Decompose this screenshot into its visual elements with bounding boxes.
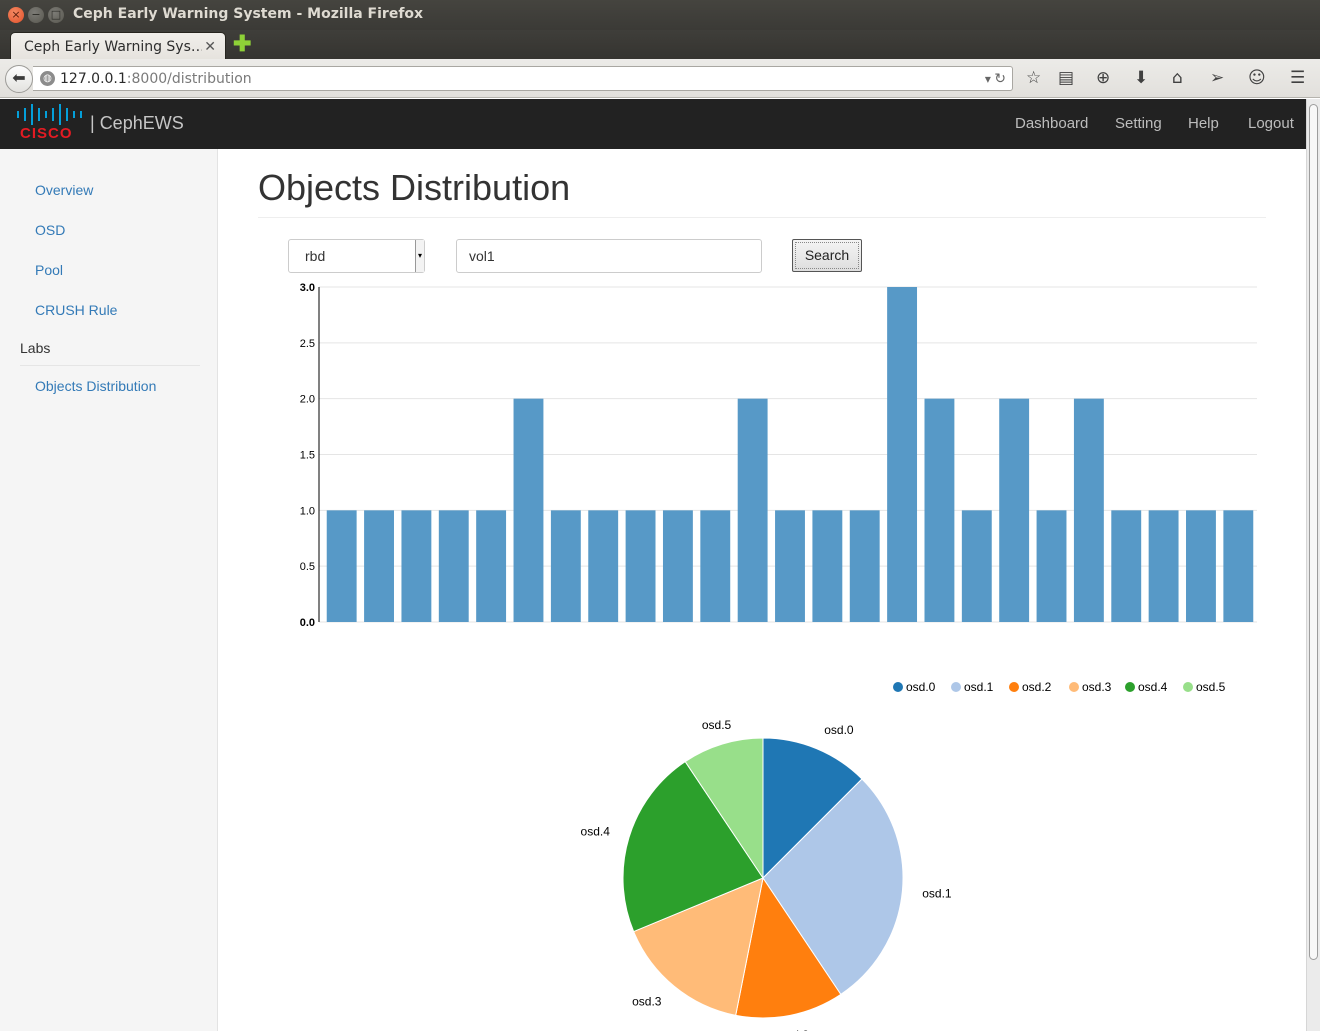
legend-label[interactable]: osd.2 xyxy=(1022,680,1052,694)
osd-pie-chart: osd.0 osd.1 osd.2 osd.3 osd.4 osd.5 osd.0 osd.1… xyxy=(581,680,1226,1031)
window-close-icon[interactable]: × xyxy=(8,7,24,23)
send-icon[interactable]: ➢ xyxy=(1210,67,1224,89)
browser-tab[interactable]: Ceph Early Warning Sys… ✕ xyxy=(10,32,226,59)
legend-swatch[interactable] xyxy=(1125,682,1135,692)
legend-swatch[interactable] xyxy=(1009,682,1019,692)
pie-slice-label: osd.3 xyxy=(632,995,662,1009)
brand-name[interactable]: | CephEWS xyxy=(90,113,184,134)
sidebar-item-pool[interactable]: Pool xyxy=(35,262,63,278)
bookmarks-list-icon[interactable]: ▤ xyxy=(1058,67,1074,89)
nav-dashboard[interactable]: Dashboard xyxy=(1015,115,1088,132)
navigation-toolbar: ⬅ ◍ 127.0.0.1:8000/distribution ▾ ↻ ☆ ▤ … xyxy=(0,59,1320,98)
pie-slice-label: osd.1 xyxy=(922,887,952,901)
reload-icon[interactable]: ↻ xyxy=(994,70,1006,86)
legend-label[interactable]: osd.4 xyxy=(1138,680,1168,694)
tab-close-icon[interactable]: ✕ xyxy=(204,38,216,55)
tab-strip: Ceph Early Warning Sys… ✕ ✚ xyxy=(0,30,1320,59)
sidebar-divider xyxy=(20,365,200,366)
nav-logout[interactable]: Logout xyxy=(1248,115,1294,132)
legend-label[interactable]: osd.0 xyxy=(906,680,936,694)
pie-slice-label: osd.4 xyxy=(581,825,611,839)
sidebar-item-osd[interactable]: OSD xyxy=(35,222,65,238)
legend-swatch[interactable] xyxy=(893,682,903,692)
sidebar: Overview OSD Pool CRUSH Rule Labs Object… xyxy=(0,149,218,1031)
legend-swatch[interactable] xyxy=(1069,682,1079,692)
url-bar[interactable]: ◍ 127.0.0.1:8000/distribution ▾ ↻ xyxy=(33,66,1013,91)
menu-icon[interactable]: ☰ xyxy=(1290,67,1305,89)
nav-help[interactable]: Help xyxy=(1188,115,1219,132)
chat-icon[interactable]: ☺ xyxy=(1248,67,1266,89)
main-content: Objects Distribution rbd ▾ vol1 Search 0… xyxy=(218,149,1306,1031)
url-host: 127.0.0.1 xyxy=(60,71,127,87)
cisco-logo[interactable]: CISCO xyxy=(15,102,87,144)
legend-label[interactable]: osd.1 xyxy=(964,680,994,694)
url-tools: ▾ ↻ xyxy=(985,70,1006,87)
legend-swatch[interactable] xyxy=(951,682,961,692)
sidebar-item-objects-distribution[interactable]: Objects Distribution xyxy=(35,378,156,394)
sidebar-item-overview[interactable]: Overview xyxy=(35,182,93,198)
cisco-logo-text: CISCO xyxy=(20,125,73,142)
sidebar-header-labs: Labs xyxy=(20,340,51,356)
nav-setting[interactable]: Setting xyxy=(1115,115,1162,132)
scrollbar-thumb[interactable] xyxy=(1309,104,1318,960)
globe-icon: ◍ xyxy=(40,71,55,86)
back-arrow-icon[interactable]: ⬅ xyxy=(5,65,33,93)
window-minimize-icon[interactable]: − xyxy=(28,7,44,23)
pie-slice-label: osd.0 xyxy=(824,723,854,737)
legend-swatch[interactable] xyxy=(1183,682,1193,692)
app-header: CISCO | CephEWS Dashboard Setting Help L… xyxy=(0,99,1306,149)
window-titlebar: × − □ Ceph Early Warning System - Mozill… xyxy=(0,0,1320,30)
legend-label[interactable]: osd.3 xyxy=(1082,680,1112,694)
page-scrollbar[interactable] xyxy=(1306,99,1320,1031)
sidebar-item-crush-rule[interactable]: CRUSH Rule xyxy=(35,302,117,318)
tab-title: Ceph Early Warning Sys… xyxy=(24,39,202,55)
legend-label[interactable]: osd.5 xyxy=(1196,680,1226,694)
bookmark-star-icon[interactable]: ☆ xyxy=(1026,67,1041,89)
window-maximize-icon[interactable]: □ xyxy=(48,7,64,23)
history-dropdown-icon[interactable]: ▾ xyxy=(985,72,991,86)
brand-label: CephEWS xyxy=(99,113,184,133)
new-tab-icon[interactable]: ✚ xyxy=(233,33,251,55)
pie-slice-label: osd.5 xyxy=(702,718,732,732)
pocket-crosshair-icon[interactable]: ⊕ xyxy=(1096,67,1110,89)
url-text: 127.0.0.1:8000/distribution xyxy=(60,71,252,87)
window-title: Ceph Early Warning System - Mozilla Fire… xyxy=(73,6,424,22)
url-path: :8000/distribution xyxy=(126,71,252,87)
home-icon[interactable]: ⌂ xyxy=(1172,67,1183,89)
download-icon[interactable]: ⬇ xyxy=(1134,67,1148,89)
